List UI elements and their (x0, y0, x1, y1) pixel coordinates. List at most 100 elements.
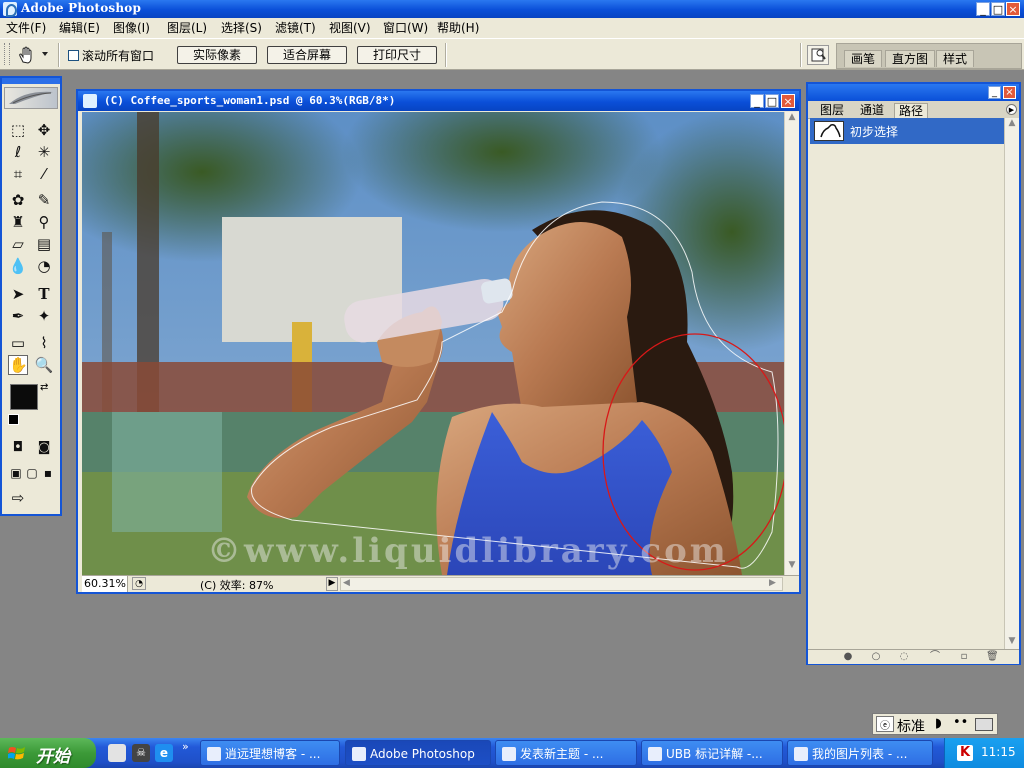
panel-scrollbar[interactable]: ▲ ▼ (1004, 118, 1019, 652)
eyedropper-tool-icon[interactable]: ⌇ (34, 333, 54, 353)
clock[interactable]: 11:15 (981, 745, 1016, 759)
hand-tool-icon[interactable]: ✋ (8, 355, 28, 375)
taskbar-item-active[interactable]: Adobe Photoshop (345, 740, 491, 766)
panel-scroll-up-icon[interactable]: ▲ (1006, 118, 1018, 128)
gradient-tool-icon[interactable]: ▤ (34, 234, 54, 254)
image-canvas[interactable]: ©www.liquidlibrary.com (82, 112, 784, 575)
menu-layer[interactable]: 图层(L) (164, 19, 210, 37)
stroke-path-icon[interactable]: ○ (870, 651, 882, 662)
eraser-tool-icon[interactable]: ▱ (8, 234, 28, 254)
menu-file[interactable]: 文件(F) (3, 19, 49, 37)
tab-channels[interactable]: 通道 (856, 103, 888, 118)
dodge-tool-icon[interactable]: ◔ (34, 256, 54, 276)
slice-tool-icon[interactable]: ⁄ (34, 164, 54, 184)
menu-filter[interactable]: 滤镜(T) (272, 19, 319, 37)
scroll-left-icon[interactable]: ◀ (343, 578, 350, 588)
ime-logo-icon[interactable]: ⓔ (876, 716, 894, 732)
scroll-up-icon[interactable]: ▲ (786, 112, 798, 126)
notes-tool-icon[interactable]: ▭ (8, 333, 28, 353)
jump-to-imageready-icon[interactable]: ⇨ (8, 488, 28, 508)
foreground-color-swatch[interactable] (10, 384, 38, 410)
menu-view[interactable]: 视图(V) (326, 19, 374, 37)
panel-title-bar[interactable]: _ × (808, 84, 1019, 101)
status-info-icon[interactable]: ◔ (132, 577, 146, 590)
ime-keyboard-icon[interactable] (975, 718, 993, 731)
app-title-bar[interactable]: Adobe Photoshop _ □ × (0, 0, 1024, 18)
print-size-button[interactable]: 打印尺寸 (357, 46, 437, 64)
magic-wand-tool-icon[interactable]: ✳ (34, 142, 54, 162)
zoom-tool-icon[interactable]: 🔍 (34, 355, 54, 375)
scroll-all-windows-checkbox[interactable] (68, 50, 79, 61)
history-brush-tool-icon[interactable]: ⚲ (34, 212, 54, 232)
pen-tool-icon[interactable]: ✒ (8, 306, 28, 326)
tab-paths[interactable]: 路径 (894, 103, 929, 119)
menu-edit[interactable]: 编辑(E) (56, 19, 103, 37)
antivirus-tray-icon[interactable]: K (957, 745, 973, 761)
make-work-path-icon[interactable]: ⌒ (926, 651, 944, 662)
doc-minimize-button[interactable]: _ (750, 94, 764, 108)
internet-explorer-icon[interactable]: e (155, 744, 173, 762)
delete-path-icon[interactable]: 🗑 (986, 651, 999, 662)
panel-minimize-button[interactable]: _ (988, 86, 1001, 99)
start-button[interactable]: 开始 (0, 738, 96, 768)
vertical-scrollbar[interactable]: ▲ ▼ (784, 112, 799, 575)
taskbar-item[interactable]: 我的图片列表 - ... (787, 740, 933, 766)
panel-menu-icon[interactable]: ▶ (1006, 104, 1017, 115)
ime-mode-label[interactable]: 标准 (897, 716, 925, 736)
show-desktop-icon[interactable] (108, 744, 126, 762)
actual-pixels-button[interactable]: 实际像素 (177, 46, 257, 64)
palette-tab-styles[interactable]: 样式 (936, 50, 975, 67)
fill-path-icon[interactable]: ● (842, 651, 854, 662)
taskbar-item[interactable]: UBB 标记详解 -... (641, 740, 783, 766)
path-selection-tool-icon[interactable]: ➤ (8, 284, 28, 304)
panel-close-button[interactable]: × (1003, 86, 1016, 99)
palette-tab-brushes[interactable]: 画笔 (844, 50, 883, 67)
taskbar-item[interactable]: 逍远理想博客 - ... (200, 740, 340, 766)
ime-halfwidth-icon[interactable]: ◗ (935, 716, 942, 731)
ime-punctuation-icon[interactable]: •• (953, 715, 968, 730)
swap-colors-icon[interactable]: ⇄ (40, 382, 48, 393)
minimize-button[interactable]: _ (976, 2, 990, 16)
lasso-tool-icon[interactable]: ℓ (8, 142, 28, 162)
default-colors-icon[interactable] (8, 414, 19, 425)
panel-scroll-down-icon[interactable]: ▼ (1006, 636, 1018, 646)
quick-launch-more-icon[interactable]: » (182, 740, 189, 753)
menu-window[interactable]: 窗口(W) (380, 19, 431, 37)
maximize-button[interactable]: □ (991, 2, 1005, 16)
load-path-as-selection-icon[interactable]: ◌ (898, 651, 910, 662)
close-button[interactable]: × (1006, 2, 1020, 16)
scroll-down-icon[interactable]: ▼ (786, 560, 798, 574)
new-path-icon[interactable]: ▫ (958, 651, 970, 662)
fit-screen-button[interactable]: 适合屏幕 (267, 46, 347, 64)
menu-help[interactable]: 帮助(H) (434, 19, 482, 37)
marquee-tool-icon[interactable]: ⬚ (8, 120, 28, 140)
tab-layers[interactable]: 图层 (816, 103, 848, 118)
path-row-selected[interactable]: 初步选择 (810, 118, 1004, 144)
custom-shape-tool-icon[interactable]: ✦ (34, 306, 54, 326)
status-menu-arrow-icon[interactable]: ▶ (326, 577, 338, 591)
brush-tool-icon[interactable]: ✎ (34, 190, 54, 210)
horizontal-scrollbar[interactable]: ◀ ▶ (340, 577, 783, 591)
palette-tab-histogram[interactable]: 直方图 (885, 50, 936, 67)
quick-launch-icon[interactable]: ☠ (132, 744, 150, 762)
scroll-right-icon[interactable]: ▶ (769, 578, 776, 588)
taskbar-item[interactable]: 发表新主题 - ... (495, 740, 637, 766)
doc-maximize-button[interactable]: □ (765, 94, 779, 108)
options-grip[interactable] (4, 43, 10, 65)
menu-image[interactable]: 图像(I) (110, 19, 153, 37)
menu-select[interactable]: 选择(S) (218, 19, 265, 37)
healing-brush-tool-icon[interactable]: ✿ (8, 190, 28, 210)
full-screen-mode-icon[interactable]: ▪ (38, 463, 58, 483)
clone-stamp-tool-icon[interactable]: ♜ (8, 212, 28, 232)
preset-dropdown-icon[interactable] (42, 52, 48, 56)
zoom-level[interactable]: 60.31% (82, 576, 128, 592)
move-tool-icon[interactable]: ✥ (34, 120, 54, 140)
blur-tool-icon[interactable]: 💧 (8, 256, 28, 276)
toolbox-title-bar[interactable] (2, 78, 60, 84)
crop-tool-icon[interactable]: ⌗ (8, 164, 28, 184)
standard-mode-icon[interactable]: ◘ (8, 438, 28, 458)
type-tool-icon[interactable]: T (34, 284, 54, 304)
photoshop-feather-logo[interactable] (4, 87, 58, 109)
doc-close-button[interactable]: × (781, 94, 795, 108)
file-browser-icon[interactable] (807, 45, 829, 65)
